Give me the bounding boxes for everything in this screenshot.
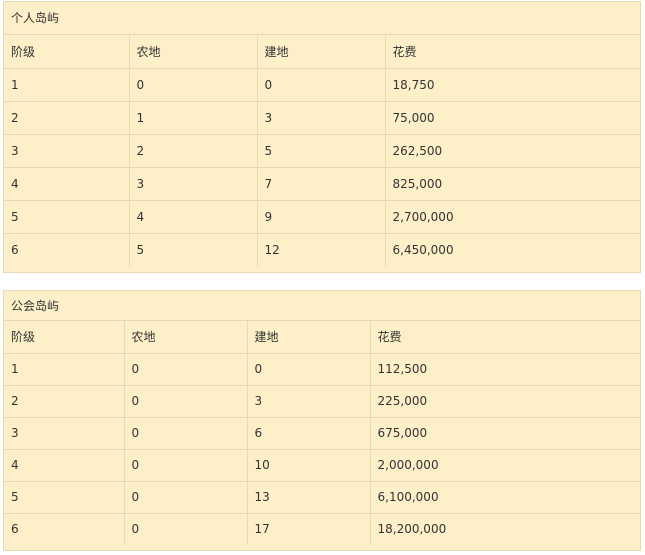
table-cell: 825,000 — [384, 166, 640, 201]
header-cell-tier: 阶级 — [4, 35, 130, 69]
table-cell: 1 — [4, 67, 130, 102]
table-cell: 6 — [4, 232, 130, 266]
table-cell: 10 — [246, 448, 371, 482]
table-cell: 13 — [246, 480, 371, 514]
table-cell: 3 — [246, 384, 371, 418]
table-row: 5 0 13 6,100,000 — [4, 480, 640, 514]
table-cell: 18,200,000 — [369, 512, 640, 545]
table-cell: 2,000,000 — [369, 448, 640, 482]
table-cell: 262,500 — [384, 133, 640, 168]
table-cell: 3 — [4, 133, 130, 168]
personal-island-table: 阶级 农地 建地 花费 1 0 0 18,750 2 1 3 75,000 3 … — [4, 35, 640, 266]
table-cell: 0 — [123, 512, 248, 545]
guild-island-table-panel: 公会岛屿 阶级 农地 建地 花费 1 0 0 112,500 2 0 3 225… — [3, 290, 641, 551]
table-cell: 2 — [4, 384, 125, 418]
table-cell: 112,500 — [369, 352, 640, 386]
table-row: 2 0 3 225,000 — [4, 384, 640, 418]
table-cell: 7 — [256, 166, 386, 201]
table-row: 2 1 3 75,000 — [4, 100, 640, 135]
table-cell: 675,000 — [369, 416, 640, 450]
guild-island-title: 公会岛屿 — [4, 291, 640, 321]
table-header-row: 阶级 农地 建地 花费 — [4, 35, 640, 69]
header-cell-farmland: 农地 — [123, 321, 248, 354]
table-cell: 0 — [123, 448, 248, 482]
personal-island-table-panel: 个人岛屿 阶级 农地 建地 花费 1 0 0 18,750 2 1 3 75,0… — [3, 1, 641, 273]
guild-island-table: 阶级 农地 建地 花费 1 0 0 112,500 2 0 3 225,000 … — [4, 321, 640, 545]
table-row: 3 2 5 262,500 — [4, 133, 640, 168]
table-cell: 1 — [128, 100, 258, 135]
table-cell: 6 — [246, 416, 371, 450]
header-cell-building-land: 建地 — [256, 35, 386, 69]
table-cell: 3 — [256, 100, 386, 135]
table-cell: 0 — [123, 416, 248, 450]
header-cell-cost: 花费 — [369, 321, 640, 354]
table-cell: 2 — [128, 133, 258, 168]
table-cell: 6,100,000 — [369, 480, 640, 514]
table-cell: 2,700,000 — [384, 199, 640, 234]
table-row: 4 3 7 825,000 — [4, 166, 640, 201]
table-cell: 225,000 — [369, 384, 640, 418]
table-cell: 6,450,000 — [384, 232, 640, 266]
table-row: 3 0 6 675,000 — [4, 416, 640, 450]
table-cell: 17 — [246, 512, 371, 545]
header-cell-tier: 阶级 — [4, 321, 125, 354]
header-cell-farmland: 农地 — [128, 35, 258, 69]
table-cell: 5 — [4, 199, 130, 234]
table-cell: 4 — [4, 448, 125, 482]
table-row: 1 0 0 18,750 — [4, 67, 640, 102]
table-cell: 9 — [256, 199, 386, 234]
table-cell: 0 — [123, 480, 248, 514]
table-row: 1 0 0 112,500 — [4, 352, 640, 386]
table-cell: 5 — [4, 480, 125, 514]
personal-island-title: 个人岛屿 — [4, 2, 640, 35]
table-cell: 1 — [4, 352, 125, 386]
table-row: 6 0 17 18,200,000 — [4, 512, 640, 545]
table-cell: 3 — [128, 166, 258, 201]
table-cell: 0 — [128, 67, 258, 102]
table-cell: 5 — [256, 133, 386, 168]
table-cell: 0 — [123, 384, 248, 418]
table-cell: 75,000 — [384, 100, 640, 135]
table-cell: 0 — [123, 352, 248, 386]
table-cell: 3 — [4, 416, 125, 450]
table-cell: 18,750 — [384, 67, 640, 102]
table-row: 6 5 12 6,450,000 — [4, 232, 640, 266]
table-cell: 4 — [4, 166, 130, 201]
table-cell: 0 — [256, 67, 386, 102]
header-cell-cost: 花费 — [384, 35, 640, 69]
header-cell-building-land: 建地 — [246, 321, 371, 354]
table-row: 5 4 9 2,700,000 — [4, 199, 640, 234]
table-cell: 4 — [128, 199, 258, 234]
table-cell: 5 — [128, 232, 258, 266]
table-cell: 6 — [4, 512, 125, 545]
table-cell: 12 — [256, 232, 386, 266]
table-header-row: 阶级 农地 建地 花费 — [4, 321, 640, 354]
table-row: 4 0 10 2,000,000 — [4, 448, 640, 482]
table-cell: 0 — [246, 352, 371, 386]
table-cell: 2 — [4, 100, 130, 135]
